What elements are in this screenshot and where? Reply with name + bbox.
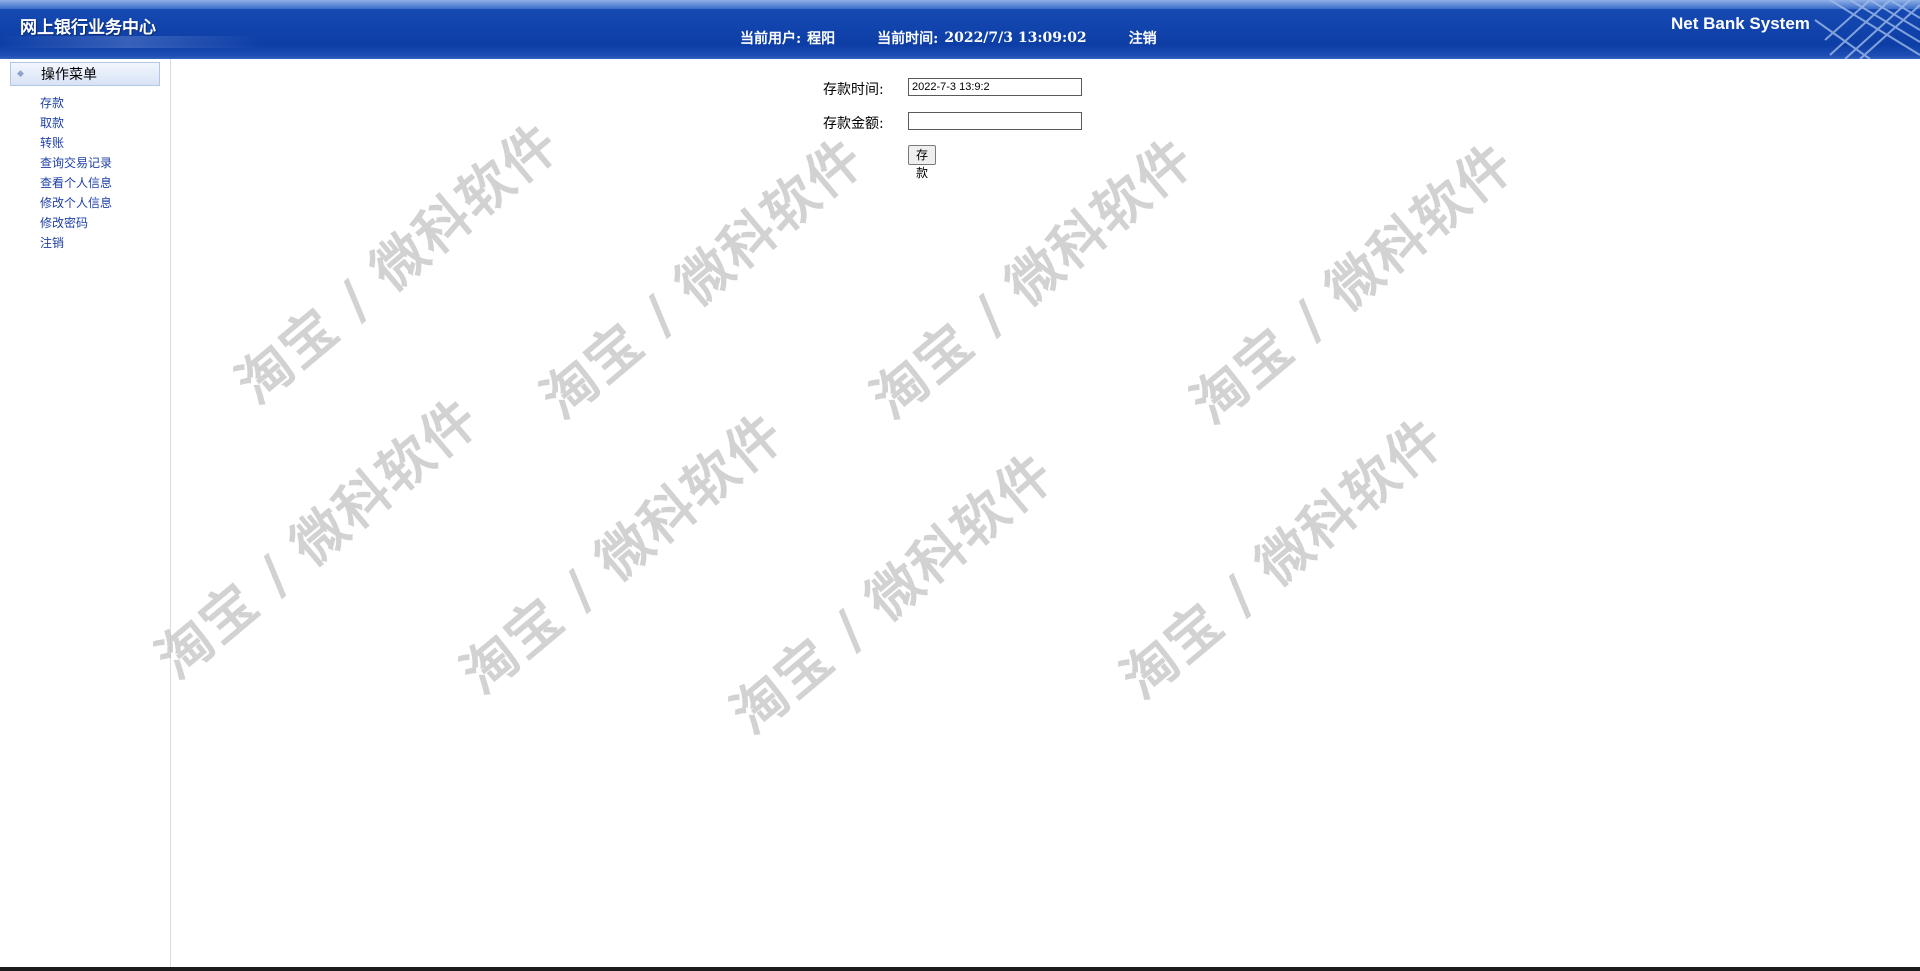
watermark-text: 淘宝 / 微科软件 (449, 400, 797, 706)
operation-menu-title: 操作菜单 (41, 67, 97, 83)
watermark-text: 淘宝 / 微科软件 (859, 125, 1207, 431)
deposit-submit-button[interactable]: 存款 (908, 145, 937, 180)
menu-toggle-icon: ◆ (17, 69, 24, 79)
watermark-text: 淘宝 / 微科软件 (529, 125, 877, 431)
operation-menu: 存款 取款 转账 查询交易记录 查看个人信息 修改个人信息 修改密码 注销 (40, 93, 112, 253)
watermark-text: 淘宝 / 微科软件 (719, 440, 1067, 746)
menu-item-change-password[interactable]: 修改密码 (40, 213, 112, 233)
deposit-time-input[interactable] (908, 78, 1082, 96)
menu-item-edit-profile[interactable]: 修改个人信息 (40, 193, 112, 213)
sidebar: ◆ 操作菜单 存款 取款 转账 查询交易记录 查看个人信息 修改个人信息 修改密… (0, 59, 171, 971)
top-banner: 网上银行业务中心 当前用户: 程阳 当前时间: 2022/7/3 13:09:0… (0, 0, 1920, 59)
watermark-text: 淘宝 / 微科软件 (1179, 130, 1527, 436)
user-info-bar: 当前用户: 程阳 当前时间: 2022/7/3 13:09:02 注销 (740, 29, 1163, 47)
system-name: Net Bank System (1671, 14, 1810, 33)
watermark-text: 淘宝 / 微科软件 (1109, 405, 1457, 711)
watermark-text: 淘宝 / 微科软件 (224, 110, 572, 416)
menu-item-query-transactions[interactable]: 查询交易记录 (40, 153, 112, 173)
current-user-name: 程阳 (807, 31, 836, 47)
current-time-label: 当前时间: (877, 31, 939, 47)
window-bottom-edge (0, 967, 1920, 971)
menu-item-view-profile[interactable]: 查看个人信息 (40, 173, 112, 193)
logout-link[interactable]: 注销 (1129, 28, 1157, 48)
deposit-amount-label: 存款金额: (823, 116, 884, 132)
operation-menu-header[interactable]: ◆ 操作菜单 (10, 62, 160, 86)
menu-item-deposit[interactable]: 存款 (40, 93, 112, 113)
app-title: 网上银行业务中心 (20, 18, 156, 38)
menu-item-withdraw[interactable]: 取款 (40, 113, 112, 133)
deposit-time-label: 存款时间: (823, 82, 884, 98)
banner-highlight (0, 0, 1920, 9)
current-time-value: 2022/7/3 13:09:02 (944, 30, 1087, 46)
current-user-label: 当前用户: (740, 31, 802, 47)
menu-item-logout[interactable]: 注销 (40, 233, 112, 253)
menu-item-transfer[interactable]: 转账 (40, 133, 112, 153)
deposit-amount-input[interactable] (908, 112, 1082, 130)
banner-grid-decoration-icon (1814, 0, 1920, 59)
watermark-text: 淘宝 / 微科软件 (144, 385, 492, 691)
